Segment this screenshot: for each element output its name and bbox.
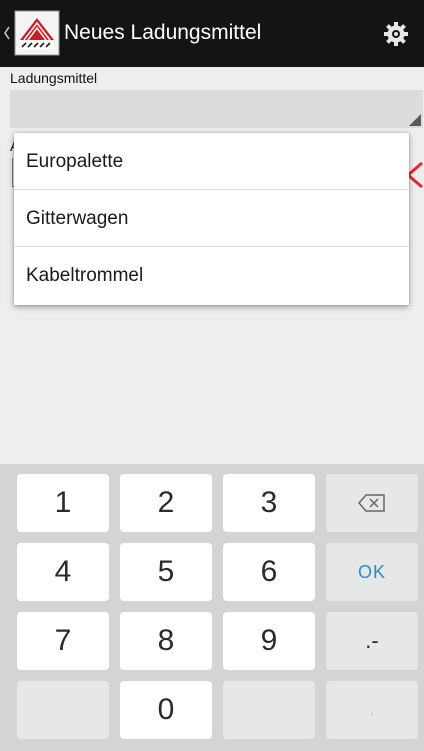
back-chevron-icon[interactable] <box>4 26 10 40</box>
ok-key[interactable]: OK <box>326 543 418 601</box>
screen-title: Neues Ladungsmittel <box>64 21 262 44</box>
ladungsmittel-spinner[interactable] <box>10 90 423 128</box>
dot-dash-key[interactable]: .- <box>326 612 418 670</box>
app-logo-icon[interactable] <box>14 10 60 56</box>
key-3[interactable]: 3 <box>223 474 315 532</box>
key-1[interactable]: 1 <box>17 474 109 532</box>
numeric-keyboard: 1 2 3 4 5 6 OK 7 8 9 .- 0 , <box>0 464 424 751</box>
dropdown-option[interactable]: Kabeltrommel <box>14 247 409 304</box>
key-8[interactable]: 8 <box>120 612 212 670</box>
empty-key[interactable] <box>17 681 109 739</box>
backspace-key[interactable] <box>326 474 418 532</box>
dropdown-option[interactable]: Europalette <box>14 133 409 190</box>
action-bar: Neues Ladungsmittel <box>0 0 424 67</box>
dropdown-popup: Europalette Gitterwagen Kabeltrommel <box>14 133 409 305</box>
comma-key[interactable]: , <box>326 681 418 739</box>
key-4[interactable]: 4 <box>17 543 109 601</box>
key-2[interactable]: 2 <box>120 474 212 532</box>
key-6[interactable]: 6 <box>223 543 315 601</box>
dropdown-option[interactable]: Gitterwagen <box>14 190 409 247</box>
backspace-icon <box>358 494 385 512</box>
key-0[interactable]: 0 <box>120 681 212 739</box>
empty-key[interactable] <box>223 681 315 739</box>
key-5[interactable]: 5 <box>120 543 212 601</box>
field-label-ladungsmittel: Ladungsmittel <box>10 70 98 86</box>
key-7[interactable]: 7 <box>17 612 109 670</box>
spinner-arrow-icon <box>409 114 421 126</box>
key-9[interactable]: 9 <box>223 612 315 670</box>
settings-gear-icon[interactable] <box>382 20 410 48</box>
